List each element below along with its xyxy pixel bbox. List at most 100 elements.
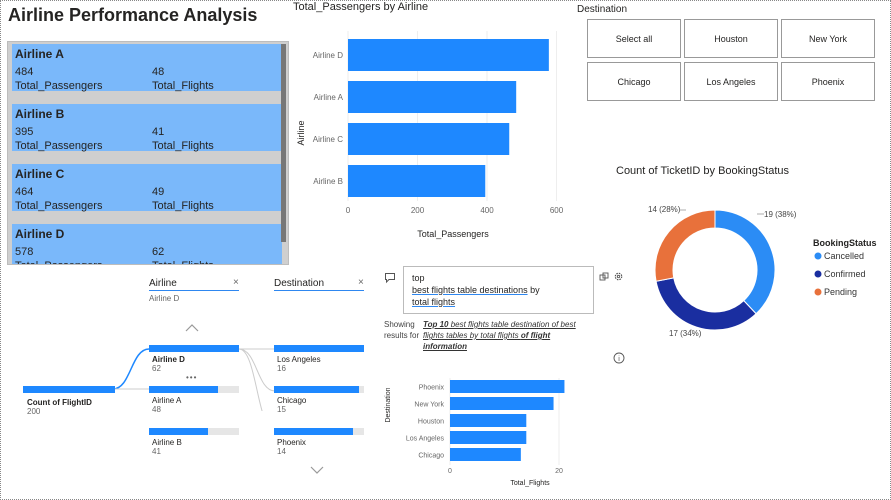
dt-scroll-up-icon[interactable] — [185, 323, 199, 333]
slicer-option[interactable]: Los Angeles — [684, 62, 778, 101]
passengers-x-axis-title: Total_Passengers — [417, 229, 489, 239]
slicer-option[interactable]: New York — [781, 19, 875, 58]
passengers-x-tick: 0 — [346, 206, 351, 215]
qa-line-2a: best flights table destinations — [412, 285, 528, 295]
dt-scroll-down-icon[interactable] — [310, 465, 324, 475]
dt-col1-underline — [149, 290, 239, 291]
card-record[interactable]: Airline A 484 Total_Passengers 48 Total_Flig… — [12, 44, 282, 92]
dt-destination-bar[interactable] — [274, 386, 364, 393]
qa-chat-icon[interactable] — [384, 272, 396, 284]
passengers-y-axis-title: Airline — [296, 120, 306, 145]
info-icon[interactable]: i — [613, 352, 625, 364]
info-icon-glyph: i — [618, 356, 620, 363]
legend-item[interactable]: Pending — [824, 287, 857, 297]
donut-chart-title: Count of TicketID by BookingStatus — [616, 165, 790, 177]
card-record[interactable]: Airline C 464 Total_Passengers 49 Total_Flig… — [12, 164, 282, 212]
card-record[interactable]: Airline D 578 Total_Passengers 62 Total_Flig… — [12, 224, 282, 264]
card-flights-value: 41 — [152, 126, 165, 138]
passengers-y-tick: Airline A — [314, 93, 344, 102]
card-flights-label: Total_Flights — [152, 140, 214, 152]
qa-y-tick: Chicago — [418, 453, 444, 460]
qa-gear-icon[interactable] — [613, 271, 624, 282]
dt-airline-bar-fill — [149, 428, 209, 435]
qa-bar[interactable] — [450, 414, 527, 427]
dt-col2-close-icon[interactable]: × — [358, 277, 364, 288]
dt-root-label: Count of FlightID — [27, 398, 92, 407]
card-airline-name: Airline D — [15, 227, 65, 241]
dt-airline-bar-fill — [149, 386, 219, 393]
dt-airline-bar[interactable] — [149, 428, 239, 435]
airline-multirow-card[interactable]: Airline A 484 Total_Passengers 48 Total_Flig… — [7, 41, 289, 265]
dt-col2-underline — [274, 290, 364, 291]
booking-status-donut-chart[interactable]: 19 (38%) 17 (34%) 14 (28%) BookingStatus C… — [611, 181, 889, 351]
legend-item[interactable]: Cancelled — [824, 251, 864, 261]
passengers-x-tick: 200 — [411, 206, 425, 215]
qa-copy-icon[interactable] — [599, 272, 609, 282]
qa-x-tick: 0 — [448, 468, 452, 475]
dt-airline-value: 48 — [152, 405, 161, 414]
card-scrollbar[interactable] — [281, 44, 286, 242]
card-passengers-value: 464 — [15, 186, 34, 198]
dt-airline-label: Airline D — [152, 355, 185, 364]
qa-bar[interactable] — [450, 397, 554, 410]
passengers-bar-chart[interactable]: 0 200 400 600 Airline D Airline A Airline C Air… — [291, 15, 581, 245]
qa-y-tick: New York — [414, 402, 444, 409]
donut-slice[interactable] — [654, 209, 716, 282]
card-airline-name: Airline A — [15, 47, 64, 61]
dt-destination-value: 16 — [277, 364, 286, 373]
dt-destination-bar[interactable] — [274, 345, 364, 352]
card-flights-value: 48 — [152, 66, 165, 78]
qa-result-text[interactable]: Top 10 best flights table destination of… — [423, 319, 583, 352]
passengers-bar[interactable] — [348, 39, 549, 71]
qa-line-1: top — [412, 273, 425, 283]
passengers-bar[interactable] — [348, 123, 510, 155]
passengers-bar[interactable] — [348, 165, 486, 197]
dt-destination-label: Phoenix — [277, 438, 306, 447]
qa-bar[interactable] — [450, 431, 527, 444]
card-flights-value: 49 — [152, 186, 165, 198]
qa-x-axis-title: Total_Flights — [510, 480, 550, 487]
card-flights-label: Total_Flights — [152, 200, 214, 212]
destination-slicer-title: Destination — [577, 4, 628, 15]
card-passengers-value: 395 — [15, 126, 34, 138]
dt-col2-header: Destination — [274, 278, 325, 289]
dt-col1-close-icon[interactable]: × — [233, 277, 239, 288]
card-flights-label: Total_Flights — [152, 80, 214, 92]
dt-more-icon[interactable]: ••• — [186, 373, 197, 382]
dt-destination-label: Chicago — [277, 396, 307, 405]
card-record[interactable]: Airline B 395 Total_Passengers 41 Total_Flig… — [12, 104, 282, 152]
legend-item[interactable]: Confirmed — [824, 269, 866, 279]
qa-bar[interactable] — [450, 380, 565, 393]
qa-bar[interactable] — [450, 448, 521, 461]
card-flights-value: 62 — [152, 246, 165, 258]
dt-col1-header: Airline — [149, 278, 177, 289]
qa-showing-label: Showing results for — [384, 320, 420, 340]
qa-result-a: Top 10 — [423, 320, 449, 329]
dt-airline-bar[interactable] — [149, 345, 239, 352]
slicer-option[interactable]: Phoenix — [781, 62, 875, 101]
qa-line-3: total flights — [412, 297, 456, 307]
donut-slice[interactable] — [655, 277, 757, 331]
qa-question-input[interactable]: top best flights table destinations by t… — [403, 266, 594, 314]
slicer-option[interactable]: Houston — [684, 19, 778, 58]
qa-destination-bar-chart[interactable]: 0 20 Phoenix New York Houston Los Angeles Chic… — [381, 373, 581, 491]
slicer-option[interactable]: Chicago — [587, 62, 681, 101]
donut-data-label: 19 (38%) — [764, 210, 797, 219]
dt-destination-value: 14 — [277, 447, 286, 456]
card-passengers-label: Total_Passengers — [15, 80, 103, 92]
passengers-y-tick: Airline C — [313, 135, 343, 144]
card-flights-label: Total_Flights — [152, 260, 214, 264]
card-airline-name: Airline B — [15, 107, 65, 121]
dt-root-bar[interactable] — [23, 386, 115, 393]
dt-destination-bar[interactable] — [274, 428, 364, 435]
passengers-x-tick: 400 — [480, 206, 494, 215]
dt-airline-bar-fill — [149, 345, 239, 352]
slicer-option[interactable]: Select all — [587, 19, 681, 58]
qa-y-tick: Houston — [418, 419, 444, 426]
dt-airline-value: 62 — [152, 364, 161, 373]
card-passengers-value: 484 — [15, 66, 34, 78]
donut-slice[interactable] — [714, 209, 776, 315]
dt-airline-bar[interactable] — [149, 386, 239, 393]
dt-col1-filter: Airline D — [149, 294, 180, 303]
passengers-bar[interactable] — [348, 81, 517, 113]
